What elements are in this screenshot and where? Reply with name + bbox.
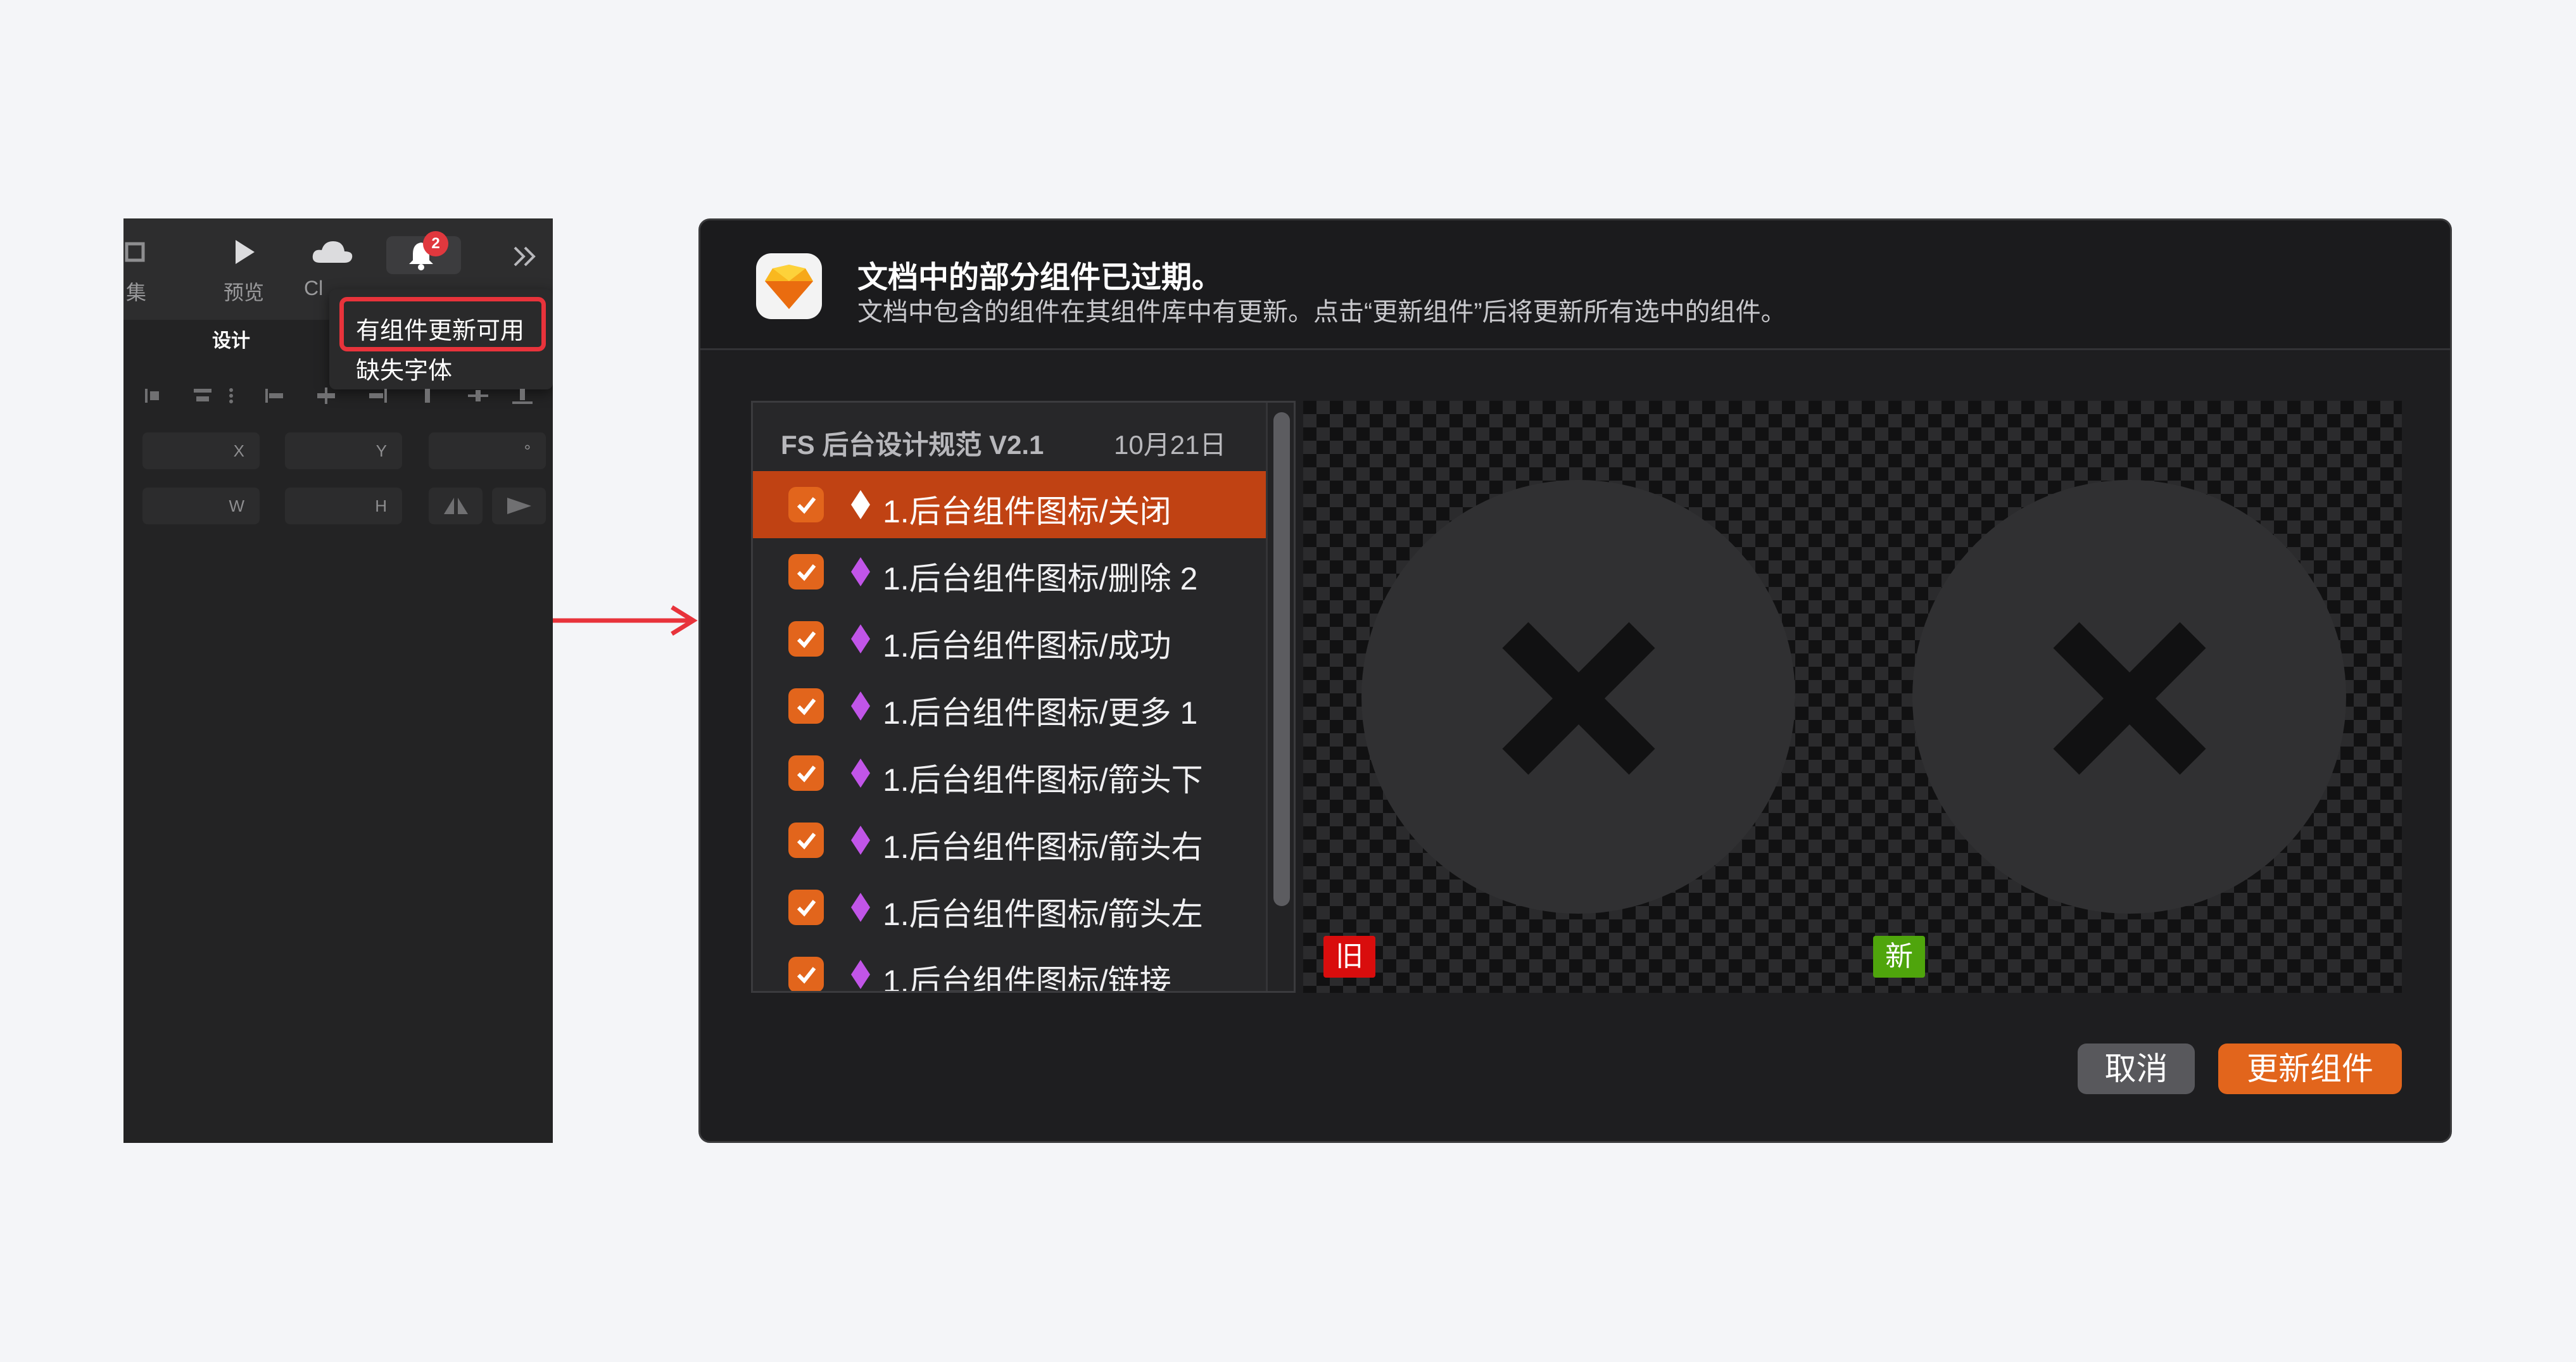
list-item[interactable]: 1.后台组件图标/删除 2 <box>753 538 1266 605</box>
flip-vertical-icon <box>507 498 531 514</box>
list-item[interactable]: 1.后台组件图标/更多 1 <box>753 672 1266 740</box>
align-center-icon[interactable] <box>190 386 215 405</box>
component-label: 1.后台组件图标/箭头右 <box>883 829 1203 865</box>
list-item[interactable]: 1.后台组件图标/关闭 <box>753 471 1266 538</box>
component-label: 1.后台组件图标/更多 1 <box>883 695 1198 731</box>
x-field-label: X <box>233 441 244 460</box>
play-icon <box>236 240 255 264</box>
library-header: FS 后台设计规范 V2.1 10月21日 <box>753 403 1266 472</box>
checkbox[interactable] <box>788 890 824 925</box>
list-item[interactable]: 1.后台组件图标/箭头下 <box>753 740 1266 807</box>
align-top-icon[interactable] <box>415 386 440 405</box>
checkbox[interactable] <box>788 957 824 991</box>
library-name: FS 后台设计规范 V2.1 <box>781 430 1044 460</box>
width-field-label: W <box>229 496 244 515</box>
y-field-label: Y <box>376 441 387 460</box>
dropdown-item-missing-fonts[interactable]: 缺失字体 <box>356 351 452 386</box>
checkbox[interactable] <box>788 755 824 791</box>
update-components-button[interactable]: 更新组件 <box>2218 1044 2402 1094</box>
y-field[interactable]: Y <box>285 432 402 469</box>
list-item[interactable]: 1.后台组件图标/成功 <box>753 605 1266 672</box>
checkbox[interactable] <box>788 554 824 590</box>
flip-horizontal-button[interactable] <box>429 488 483 524</box>
symbols-icon <box>125 242 145 262</box>
dialog-header: 文档中的部分组件已过期。 文档中包含的组件在其组件库中有更新。点击“更新组件”后… <box>700 220 2450 350</box>
symbol-diamond-icon <box>851 960 870 989</box>
component-preview: 旧 新 <box>1303 401 2402 993</box>
component-label: 1.后台组件图标/关闭 <box>883 494 1171 529</box>
checkmark-icon <box>797 564 816 581</box>
notification-badge: 2 <box>423 231 448 256</box>
checkmark-icon <box>797 766 816 783</box>
update-components-dialog: 文档中的部分组件已过期。 文档中包含的组件在其组件库中有更新。点击“更新组件”后… <box>698 218 2452 1143</box>
component-label: 1.后台组件图标/删除 2 <box>883 561 1198 596</box>
checkmark-icon <box>797 967 816 984</box>
align-h-center-icon[interactable] <box>313 386 339 405</box>
flip-vertical-button[interactable] <box>492 488 546 524</box>
scrollbar-thumb[interactable] <box>1273 412 1290 906</box>
align-middle-icon[interactable] <box>465 386 491 405</box>
list-item[interactable]: 1.后台组件图标/链接 <box>753 941 1266 993</box>
checkmark-icon <box>797 833 816 850</box>
checkbox[interactable] <box>788 823 824 858</box>
align-h-left-icon[interactable] <box>263 386 288 405</box>
component-label: 1.后台组件图标/成功 <box>883 628 1171 664</box>
symbol-diamond-icon <box>851 691 870 721</box>
height-field[interactable]: H <box>285 488 402 524</box>
symbol-diamond-icon <box>851 826 870 855</box>
rotation-field[interactable]: ° <box>429 432 546 469</box>
arrow-right-icon <box>553 605 698 636</box>
flip-horizontal-icon <box>444 498 468 514</box>
symbol-diamond-icon <box>851 759 870 788</box>
tab-design[interactable]: 设计 <box>212 325 250 353</box>
symbol-diamond-icon <box>851 893 870 922</box>
height-field-label: H <box>375 496 387 515</box>
sketch-app-icon <box>756 253 822 319</box>
more-vertical-icon[interactable] <box>225 386 250 405</box>
toolbar-symbols-label: 集 <box>125 281 146 304</box>
dialog-subtitle: 文档中包含的组件在其组件库中有更新。点击“更新组件”后将更新所有选中的组件。 <box>857 298 1786 326</box>
close-icon <box>2053 622 2206 775</box>
component-label: 1.后台组件图标/箭头左 <box>883 897 1203 932</box>
checkmark-icon <box>797 497 816 514</box>
width-field[interactable]: W <box>142 488 260 524</box>
checkmark-icon <box>797 631 816 648</box>
component-list: FS 后台设计规范 V2.1 10月21日 1.后台组件图标/关闭 1.后台组件… <box>751 401 1296 993</box>
old-tag: 旧 <box>1323 936 1375 978</box>
cancel-button[interactable]: 取消 <box>2078 1044 2195 1094</box>
x-field[interactable]: X <box>142 432 260 469</box>
align-left-icon[interactable] <box>142 386 168 405</box>
list-item[interactable]: 1.后台组件图标/箭头左 <box>753 874 1266 941</box>
toolbar-symbols-button[interactable]: 集 <box>123 237 155 306</box>
toolbar-preview-button[interactable]: 预览 <box>218 237 269 306</box>
list-item[interactable]: 1.后台组件图标/箭头右 <box>753 807 1266 874</box>
alignment-toolbar <box>142 386 535 405</box>
dialog-title: 文档中的部分组件已过期。 <box>857 261 1223 294</box>
checkmark-icon <box>797 698 816 716</box>
checkbox[interactable] <box>788 621 824 657</box>
close-icon <box>1502 622 1655 775</box>
chevron-right-double-icon[interactable] <box>511 244 539 269</box>
align-h-right-icon[interactable] <box>364 386 389 405</box>
checkbox[interactable] <box>788 487 824 522</box>
component-label: 1.后台组件图标/箭头下 <box>883 762 1203 798</box>
app-sidebar-panel: 集 预览 Cl 2 有组件更新可用 缺失字体 设计 X Y ° W H <box>123 218 553 1143</box>
toolbar-preview-label: 预览 <box>223 281 264 304</box>
symbol-diamond-icon <box>851 490 870 519</box>
symbol-diamond-icon <box>851 624 870 653</box>
checkbox[interactable] <box>788 688 824 724</box>
library-date: 10月21日 <box>1114 430 1227 460</box>
dropdown-item-component-updates[interactable]: 有组件更新可用 <box>356 311 524 346</box>
new-tag: 新 <box>1873 936 1925 978</box>
align-bottom-icon[interactable] <box>510 386 535 405</box>
notifications-dropdown: 有组件更新可用 缺失字体 <box>329 289 553 389</box>
rotation-field-label: ° <box>524 441 531 460</box>
checkmark-icon <box>797 900 816 917</box>
component-label: 1.后台组件图标/链接 <box>883 964 1171 993</box>
symbol-diamond-icon <box>851 557 870 586</box>
cloud-icon <box>312 241 353 263</box>
